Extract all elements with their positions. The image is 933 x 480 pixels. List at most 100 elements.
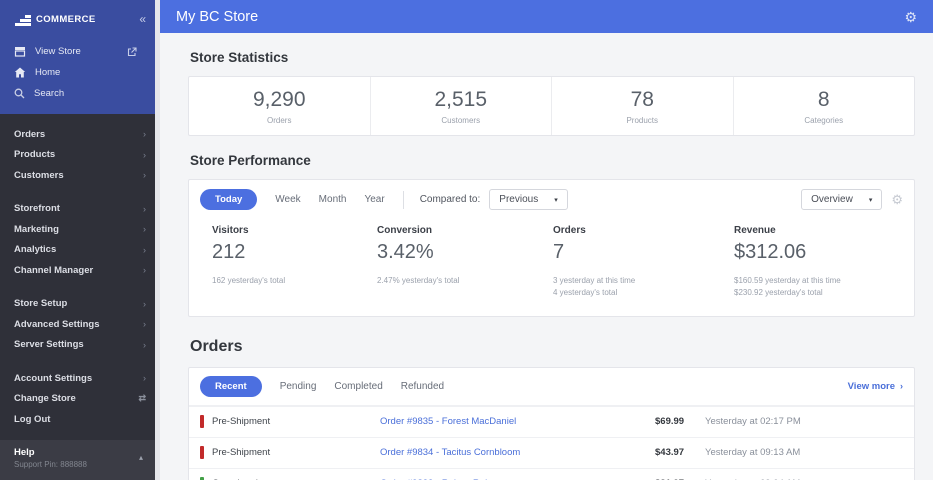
sidebar: COMMERCE « View Store Home Search Orders… [0,0,160,480]
chevron-right-icon: › [143,129,146,140]
metric-sub: 2.47% yesterday's total [377,276,460,285]
chevron-right-icon: › [143,224,146,235]
metric-sub: $230.92 yesterday's total [734,288,823,298]
sidebar-item-log-out[interactable]: Log Out [0,409,160,430]
collapse-sidebar-icon[interactable]: « [139,12,146,26]
view-more-label: View more [847,380,895,392]
tab-pending[interactable]: Pending [280,381,317,392]
tab-today[interactable]: Today [200,189,258,210]
sidebar-item-label: Orders [14,128,46,140]
bigcommerce-logo-text[interactable]: COMMERCE [36,14,96,25]
search-icon [14,88,25,99]
sidebar-item-analytics[interactable]: Analytics › [0,240,160,261]
stat-label: Orders [267,116,292,125]
orders-heading: Orders [190,337,243,355]
tab-completed[interactable]: Completed [334,381,382,392]
chevron-right-icon: › [143,373,146,384]
sidebar-item-label: View Store [35,46,81,57]
sidebar-scrollbar[interactable] [155,0,160,480]
sidebar-item-search[interactable]: Search [0,83,160,104]
app-window: COMMERCE « View Store Home Search Orders… [0,0,933,480]
order-link[interactable]: Order #9835 - Forest MacDaniel [380,416,655,427]
help-section[interactable]: Help Support Pin: 888888 ▴ [0,440,155,480]
status-bar [200,415,204,429]
storefront-icon [14,47,26,57]
sidebar-item-label: Account Settings [14,372,93,384]
metric-revenue: Revenue $312.06 $160.59 yesterday at thi… [734,225,914,300]
nav-group-commerce: Orders › Products › Customers › [0,124,160,186]
overview-select[interactable]: Overview ▾ [801,189,883,210]
sidebar-item-label: Change Store [14,393,76,405]
sidebar-item-marketing[interactable]: Marketing › [0,219,160,240]
tab-month[interactable]: Month [319,194,347,205]
stat-label: Categories [804,116,844,125]
performance-toolbar: Today Week Month Year Compared to: Previ… [189,180,914,217]
stat-label: Customers [441,116,481,125]
order-amount: $69.99 [655,416,685,428]
stat-products: 78 Products [551,77,733,135]
support-pin: Support Pin: 888888 [14,460,87,469]
sidebar-item-home[interactable]: Home [0,62,160,83]
nav-group-account: Account Settings › Change Store ⇄ Log Out [0,368,160,430]
sidebar-item-view-store[interactable]: View Store [0,41,160,62]
view-more-link[interactable]: View more › [848,381,903,392]
sidebar-item-label: Channel Manager [14,264,94,276]
metric-label: Orders [553,225,586,236]
sidebar-item-storefront[interactable]: Storefront › [0,199,160,220]
compared-to-value: Previous [499,194,539,205]
tab-week[interactable]: Week [275,194,300,205]
store-statistics-card: 9,290 Orders 2,515 Customers 78 Products… [188,76,915,136]
sidebar-item-products[interactable]: Products › [0,145,160,166]
app-header: My BC Store ⚙ [160,0,933,33]
overview-value: Overview [811,194,853,205]
chevron-right-icon: › [143,203,146,214]
sidebar-item-advanced-settings[interactable]: Advanced Settings › [0,314,160,335]
chevron-right-icon: › [143,339,146,350]
status-bar [200,446,204,460]
sidebar-item-label: Products [14,149,56,161]
metric-label: Visitors [212,225,249,236]
order-time: Yesterday at 09:13 AM [705,447,801,459]
metric-label: Conversion [377,225,433,236]
tab-recent[interactable]: Recent [200,375,262,397]
metric-orders: Orders 7 3 yesterday at this time 4 yest… [553,225,734,300]
settings-gear-icon[interactable]: ⚙ [904,10,917,24]
sidebar-item-label: Storefront [14,203,60,215]
stat-value: 78 [630,88,654,111]
sidebar-item-customers[interactable]: Customers › [0,165,160,186]
main-content: Store Statistics 9,290 Orders 2,515 Cust… [160,33,933,480]
metric-sub: 3 yesterday at this time [553,276,636,285]
orders-card: Recent Pending Completed Refunded View m… [188,366,915,480]
metric-label: Revenue [734,225,776,236]
compared-to-select[interactable]: Previous ▾ [489,189,568,210]
sidebar-item-label: Analytics [14,244,57,256]
order-time: Yesterday at 02:17 PM [705,416,801,428]
metric-value: $312.06 [734,241,807,263]
sidebar-item-label: Search [34,88,65,99]
sidebar-item-label: Advanced Settings [14,318,100,330]
store-performance-card: Today Week Month Year Compared to: Previ… [188,179,915,317]
orders-tabs: Recent Pending Completed Refunded View m… [189,368,914,406]
nav-group-settings: Store Setup › Advanced Settings › Server S… [0,294,160,356]
sidebar-item-store-setup[interactable]: Store Setup › [0,294,160,315]
order-amount: $43.97 [655,447,685,459]
performance-settings-icon[interactable]: ⚙ [891,193,903,206]
metric-value: 3.42% [377,241,434,263]
swap-store-icon: ⇄ [138,393,146,404]
order-row: Pre-Shipment Order #9834 - Tacitus Cornb… [189,436,914,468]
stat-orders: 9,290 Orders [189,77,370,135]
caret-down-icon: ▾ [868,196,873,204]
order-link[interactable]: Order #9834 - Tacitus Cornbloom [380,447,655,458]
store-statistics-heading: Store Statistics [190,50,289,65]
sidebar-item-server-settings[interactable]: Server Settings › [0,335,160,356]
tab-refunded[interactable]: Refunded [401,381,444,392]
order-row: Completed Order #9833 - Robert Robertson… [189,467,914,480]
sidebar-item-orders[interactable]: Orders › [0,124,160,145]
bigcommerce-logo-icon[interactable] [14,12,31,26]
stat-categories: 8 Categories [732,77,915,135]
tab-year[interactable]: Year [364,194,384,205]
store-performance-heading: Store Performance [190,153,311,168]
sidebar-item-account-settings[interactable]: Account Settings › [0,368,160,389]
sidebar-item-change-store[interactable]: Change Store ⇄ [0,389,160,410]
sidebar-item-channel-manager[interactable]: Channel Manager › [0,260,160,281]
